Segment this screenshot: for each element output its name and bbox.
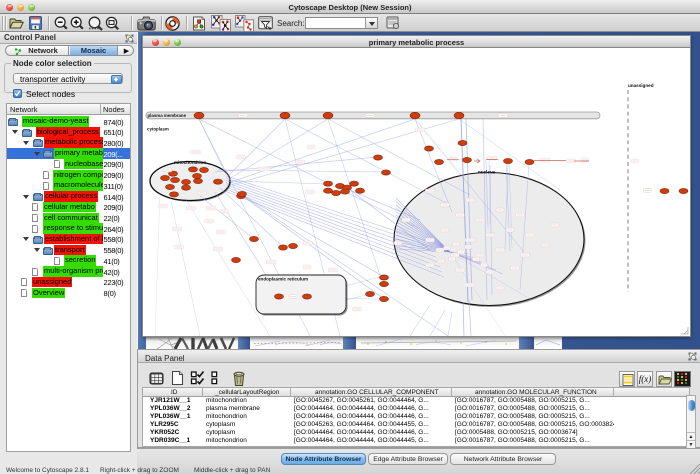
svg-text:nucleus: nucleus (478, 170, 496, 175)
svg-text:unassigned: unassigned (628, 83, 654, 88)
svg-text:cytoplasm: cytoplasm (147, 127, 169, 132)
svg-text:plasma membrane: plasma membrane (148, 113, 187, 118)
svg-text:mitochondrion: mitochondrion (174, 160, 206, 165)
svg-text:endoplasmic reticulum: endoplasmic reticulum (258, 277, 308, 282)
